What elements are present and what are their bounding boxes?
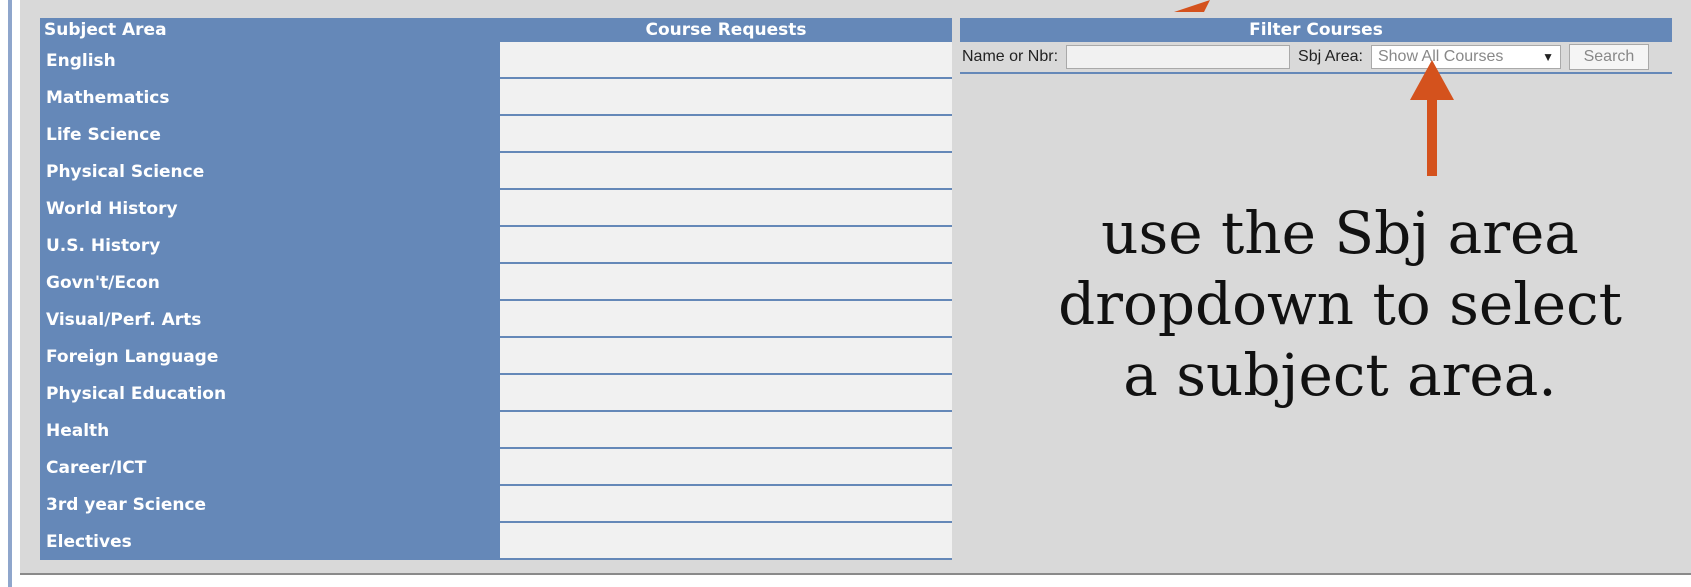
table-row: Electives xyxy=(40,523,952,560)
subject-area-cell: Physical Science xyxy=(40,153,500,190)
course-request-cell[interactable] xyxy=(500,116,952,153)
subject-area-cell: Electives xyxy=(40,523,500,560)
table-row: 3rd year Science xyxy=(40,486,952,523)
filter-courses-title: Filter Courses xyxy=(960,18,1672,42)
course-requests-table: Subject Area Course Requests English Math… xyxy=(40,18,952,560)
subject-area-header: Subject Area xyxy=(44,20,167,40)
course-request-cell[interactable] xyxy=(500,42,952,79)
subject-area-cell: English xyxy=(40,42,500,79)
course-request-cell[interactable] xyxy=(500,523,952,560)
subject-area-cell: Life Science xyxy=(40,116,500,153)
table-row: Health xyxy=(40,412,952,449)
table-row: English xyxy=(40,42,952,79)
table-row: Govn't/Econ xyxy=(40,264,952,301)
course-request-cell[interactable] xyxy=(500,338,952,375)
table-row: Physical Education xyxy=(40,375,952,412)
subject-area-cell: Physical Education xyxy=(40,375,500,412)
subject-area-cell: Career/ICT xyxy=(40,449,500,486)
table-row: Career/ICT xyxy=(40,449,952,486)
course-request-cell[interactable] xyxy=(500,412,952,449)
table-row: U.S. History xyxy=(40,227,952,264)
subject-area-cell: Visual/Perf. Arts xyxy=(40,301,500,338)
subject-area-cell: U.S. History xyxy=(40,227,500,264)
table-row: Life Science xyxy=(40,116,952,153)
course-request-cell[interactable] xyxy=(500,486,952,523)
name-or-number-label: Name or Nbr: xyxy=(962,48,1059,65)
arrow-corner-shape xyxy=(1174,0,1210,12)
subject-area-dropdown[interactable]: Show All Courses ▼ xyxy=(1370,45,1561,69)
table-header: Subject Area Course Requests xyxy=(40,18,952,42)
course-request-cell[interactable] xyxy=(500,301,952,338)
course-request-cell[interactable] xyxy=(500,449,952,486)
table-row: Mathematics xyxy=(40,79,952,116)
course-request-cell[interactable] xyxy=(500,227,952,264)
search-button[interactable]: Search xyxy=(1568,44,1649,70)
instruction-line: dropdown to select xyxy=(1058,270,1622,338)
arrow-head xyxy=(1410,60,1454,100)
filter-bar: Name or Nbr: Sbj Area: Show All Courses … xyxy=(960,42,1672,74)
course-requests-header: Course Requests xyxy=(645,20,807,40)
course-request-cell[interactable] xyxy=(500,79,952,116)
table-row: Visual/Perf. Arts xyxy=(40,301,952,338)
instruction-line: use the Sbj area xyxy=(1101,199,1579,267)
dropdown-caret-icon: ▼ xyxy=(1542,50,1554,64)
subject-area-cell: World History xyxy=(40,190,500,227)
annotation-up-arrow-icon xyxy=(1410,60,1454,176)
subject-area-cell: Health xyxy=(40,412,500,449)
subject-area-cell: Govn't/Econ xyxy=(40,264,500,301)
subject-area-label: Sbj Area: xyxy=(1298,48,1363,65)
table-row: Physical Science xyxy=(40,153,952,190)
filter-courses-panel: Filter Courses Name or Nbr: Sbj Area: Sh… xyxy=(960,18,1672,74)
instruction-line: a subject area. xyxy=(1123,341,1557,409)
course-request-cell[interactable] xyxy=(500,264,952,301)
left-edge-rule xyxy=(8,0,12,587)
arrow-shaft xyxy=(1427,98,1437,176)
subject-area-cell: Foreign Language xyxy=(40,338,500,375)
course-request-cell[interactable] xyxy=(500,190,952,227)
annotation-instruction-text: use the Sbj area dropdown to select a su… xyxy=(1010,198,1670,411)
table-row: Foreign Language xyxy=(40,338,952,375)
subject-area-cell: 3rd year Science xyxy=(40,486,500,523)
course-request-cell[interactable] xyxy=(500,153,952,190)
table-row: World History xyxy=(40,190,952,227)
course-request-cell[interactable] xyxy=(500,375,952,412)
name-or-number-input[interactable] xyxy=(1066,45,1291,69)
subject-area-cell: Mathematics xyxy=(40,79,500,116)
annotation-arrow-corner-icon xyxy=(1174,0,1210,12)
